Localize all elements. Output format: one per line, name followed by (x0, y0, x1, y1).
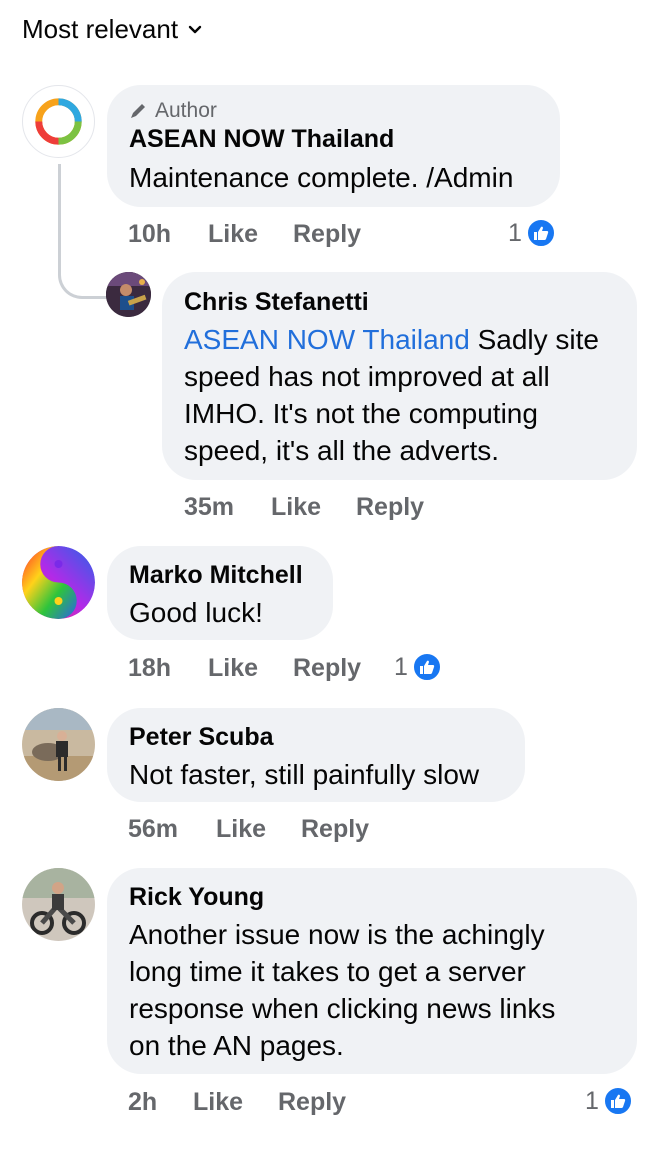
author-badge: Author (129, 99, 217, 123)
comment-line: on the AN pages. (129, 1030, 344, 1061)
avatar[interactable] (22, 546, 95, 619)
sort-label: Most relevant (22, 14, 179, 44)
beach-horse-photo-icon (22, 708, 95, 781)
comment-text: Maintenance complete. /Admin (129, 162, 514, 193)
commenter-name[interactable]: Chris Stefanetti (184, 288, 369, 317)
reaction-count-value: 1 (394, 652, 408, 681)
author-badge-label: Author (155, 99, 217, 122)
like-button[interactable]: Like (193, 1088, 243, 1117)
comment-line: speed has not improved at all (184, 361, 550, 392)
reply-button[interactable]: Reply (278, 1088, 346, 1117)
commenter-name[interactable]: Marko Mitchell (129, 561, 303, 590)
comment-line: Another issue now is the achingly (129, 919, 545, 950)
asean-now-logo-icon (35, 98, 82, 145)
comment-line: response when clicking news links (129, 993, 556, 1024)
reaction-count-value: 1 (508, 218, 522, 247)
like-button[interactable]: Like (216, 815, 266, 844)
thumbs-up-icon (525, 218, 556, 248)
comment-time[interactable]: 2h (128, 1088, 157, 1116)
avatar[interactable] (22, 708, 95, 781)
like-button[interactable]: Like (271, 493, 321, 522)
comment-line: long time it takes to get a server (129, 956, 526, 987)
comment-line: speed, it's all the adverts. (184, 435, 500, 466)
pencil-icon (131, 104, 145, 118)
reaction-count-value: 1 (585, 1086, 599, 1115)
comment-bubble: Marko Mitchell Good luck! (107, 546, 333, 640)
reply-button[interactable]: Reply (356, 493, 424, 522)
comment-bubble: Author ASEAN NOW Thailand Maintenance co… (107, 85, 560, 207)
reaction-count[interactable]: 1 (508, 218, 556, 248)
comment-time[interactable]: 35m (184, 493, 234, 521)
comment-actions: 35m Like Reply (184, 493, 424, 522)
comment-actions: 18h Like Reply (128, 654, 361, 683)
reply-button[interactable]: Reply (293, 654, 361, 683)
sort-dropdown[interactable]: Most relevant (22, 14, 202, 45)
comment-time[interactable]: 10h (128, 220, 171, 248)
yin-yang-rainbow-icon (22, 546, 95, 619)
commenter-name[interactable]: ASEAN NOW Thailand (129, 125, 394, 154)
comment-text: Another issue now is the achingly long t… (129, 916, 629, 1064)
thumbs-up-icon (411, 652, 442, 682)
commenter-name[interactable]: Peter Scuba (129, 723, 274, 752)
avatar[interactable] (22, 85, 95, 158)
reaction-count[interactable]: 1 (394, 652, 442, 682)
thread-connector (58, 164, 107, 299)
comment-actions: 2h Like Reply (128, 1088, 346, 1117)
comment-actions: 56m Like Reply (128, 815, 369, 844)
comment-bubble: Chris Stefanetti ASEAN NOW Thailand Sadl… (162, 272, 637, 480)
reply-button[interactable]: Reply (301, 815, 369, 844)
comment-time[interactable]: 56m (128, 815, 178, 843)
avatar[interactable] (106, 272, 151, 317)
comment-line: IMHO. It's not the computing (184, 398, 538, 429)
comment-actions: 10h Like Reply (128, 220, 361, 249)
thumbs-up-icon (602, 1086, 633, 1116)
chevron-down-icon (188, 25, 202, 33)
comment-text: Not faster, still painfully slow (129, 759, 480, 790)
avatar[interactable] (22, 868, 95, 941)
comment-text: ASEAN NOW Thailand Sadly site speed has … (184, 321, 624, 469)
mention-link[interactable]: ASEAN NOW Thailand (184, 324, 470, 355)
comment-bubble: Peter Scuba Not faster, still painfully … (107, 708, 525, 802)
like-button[interactable]: Like (208, 654, 258, 683)
comment-bubble: Rick Young Another issue now is the achi… (107, 868, 637, 1074)
comment-line: Sadly site (477, 324, 599, 355)
motorcycle-photo-icon (22, 868, 95, 941)
comment-text: Good luck! (129, 597, 263, 628)
like-button[interactable]: Like (208, 220, 258, 249)
comment-time[interactable]: 18h (128, 654, 171, 682)
commenter-name[interactable]: Rick Young (129, 883, 264, 912)
reaction-count[interactable]: 1 (585, 1086, 633, 1116)
guitarist-photo-icon (106, 272, 151, 317)
reply-button[interactable]: Reply (293, 220, 361, 249)
